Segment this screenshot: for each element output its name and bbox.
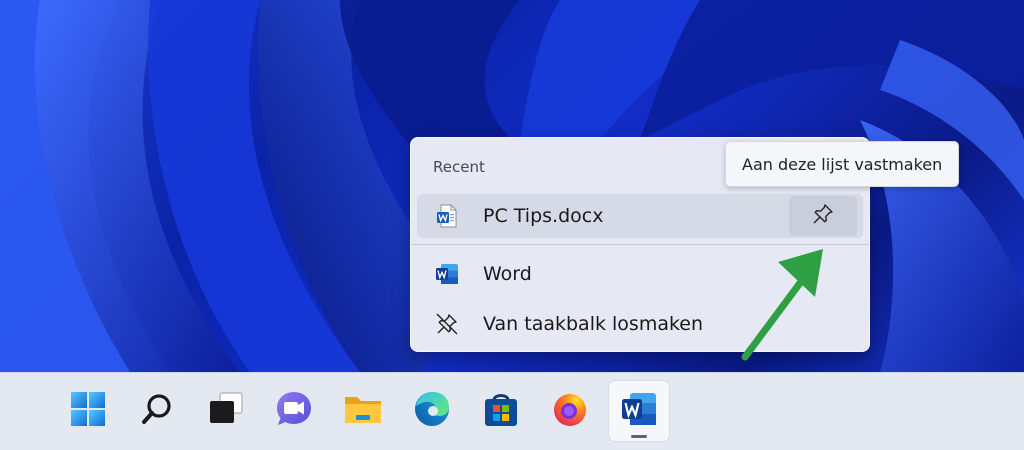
recent-heading: Recent xyxy=(433,158,485,176)
taskbar xyxy=(0,372,1024,450)
running-indicator xyxy=(631,435,647,438)
task-view-icon xyxy=(206,391,246,431)
windows-start-icon xyxy=(70,391,106,431)
start-button[interactable] xyxy=(58,381,118,441)
task-unpin-label: Van taakbalk losmaken xyxy=(483,313,704,335)
store-button[interactable] xyxy=(471,381,531,441)
edge-icon xyxy=(413,390,451,432)
unpin-icon xyxy=(435,312,459,336)
jump-list-divider xyxy=(411,244,869,245)
pin-icon xyxy=(811,202,835,230)
microsoft-store-icon xyxy=(482,390,520,432)
recent-item-label: PC Tips.docx xyxy=(483,205,604,227)
chat-button[interactable] xyxy=(264,381,324,441)
search-button[interactable] xyxy=(127,381,187,441)
task-word-label: Word xyxy=(483,263,532,285)
teams-chat-icon xyxy=(275,390,313,432)
word-app-icon xyxy=(435,262,459,286)
word-taskbar-button[interactable] xyxy=(609,381,669,441)
recent-item-pc-tips[interactable]: PC Tips.docx xyxy=(417,194,863,238)
task-word[interactable]: Word xyxy=(417,252,863,296)
search-icon xyxy=(139,391,175,431)
word-app-icon xyxy=(620,390,658,432)
word-document-icon xyxy=(435,204,459,228)
pin-to-list-button[interactable] xyxy=(789,196,857,236)
task-unpin-from-taskbar[interactable]: Van taakbalk losmaken xyxy=(417,302,863,346)
edge-button[interactable] xyxy=(402,381,462,441)
task-view-button[interactable] xyxy=(196,381,256,441)
file-explorer-button[interactable] xyxy=(333,381,393,441)
pin-tooltip: Aan deze lijst vastmaken xyxy=(725,141,960,187)
file-explorer-icon xyxy=(343,391,383,431)
firefox-icon xyxy=(551,390,589,432)
firefox-button[interactable] xyxy=(540,381,600,441)
